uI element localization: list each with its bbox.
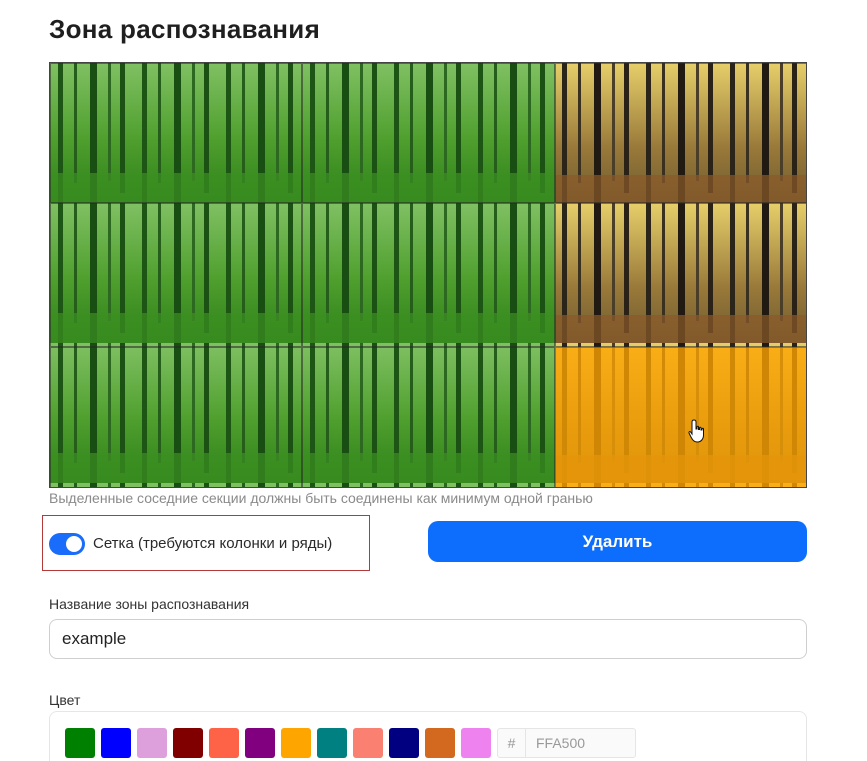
color-swatch[interactable]: [389, 728, 419, 758]
grid-cell[interactable]: [50, 63, 302, 203]
hex-value[interactable]: FFA500: [536, 735, 585, 751]
color-swatch[interactable]: [317, 728, 347, 758]
color-label: Цвет: [49, 692, 81, 708]
delete-button[interactable]: Удалить: [428, 521, 807, 562]
zone-hint-text: Выделенные соседние секции должны быть с…: [49, 490, 593, 506]
color-swatch[interactable]: [461, 728, 491, 758]
toggle-knob: [66, 536, 82, 552]
grid-cell[interactable]: [302, 63, 555, 203]
grid-cell[interactable]: [50, 203, 302, 347]
grid-cell[interactable]: [555, 63, 806, 203]
color-swatch[interactable]: [137, 728, 167, 758]
color-swatch[interactable]: [209, 728, 239, 758]
hand-cursor-icon: [688, 419, 704, 443]
color-swatch[interactable]: [173, 728, 203, 758]
grid-cell[interactable]: [302, 347, 555, 487]
color-swatch[interactable]: [65, 728, 95, 758]
color-swatch[interactable]: [281, 728, 311, 758]
grid-toggle-group: Сетка (требуются колонки и ряды): [42, 515, 370, 571]
zone-name-label: Название зоны распознавания: [49, 596, 250, 612]
color-swatch[interactable]: [425, 728, 455, 758]
page-title: Зона распознавания: [49, 14, 321, 44]
grid-cell[interactable]: [50, 347, 302, 487]
recognition-zone-canvas[interactable]: [49, 62, 807, 488]
grid-cell[interactable]: [302, 203, 555, 347]
grid-cell-selected[interactable]: [555, 347, 806, 487]
color-swatch[interactable]: [245, 728, 275, 758]
color-swatch[interactable]: [353, 728, 383, 758]
grid-cell[interactable]: [555, 203, 806, 347]
zone-name-input[interactable]: [49, 619, 807, 659]
grid-toggle-label[interactable]: Сетка (требуются колонки и ряды): [93, 535, 332, 552]
color-swatch[interactable]: [101, 728, 131, 758]
grid-toggle-switch[interactable]: [49, 533, 85, 555]
color-picker: # FFA500: [49, 711, 807, 761]
hex-color-input[interactable]: # FFA500: [497, 728, 636, 758]
hash-prefix: #: [498, 729, 526, 757]
